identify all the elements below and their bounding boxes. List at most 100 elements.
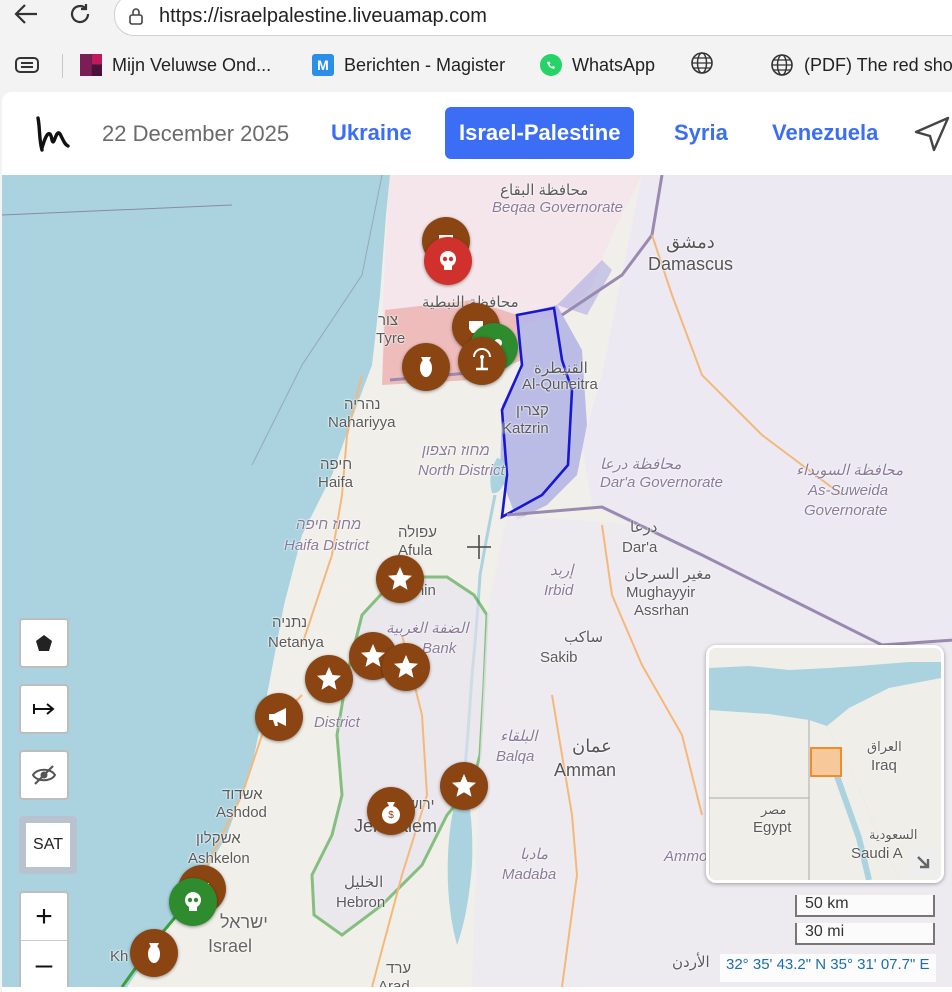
map-label: القنيطرة <box>534 360 588 377</box>
money-marker[interactable]: $ <box>367 787 415 835</box>
tab-israel-palestine[interactable]: Israel-Palestine <box>445 107 635 159</box>
map-label: إربد <box>550 562 574 579</box>
map-label: الأردن <box>672 954 710 971</box>
map-label: Saudi A <box>851 845 903 862</box>
satellite-label: SAT <box>26 823 70 867</box>
map-label: Mughayyir <box>626 584 696 601</box>
star-marker[interactable] <box>382 643 430 691</box>
map-label: Israel <box>208 936 253 956</box>
map-label: אשדוד <box>222 786 263 803</box>
map-label: Damascus <box>648 254 734 274</box>
crosshair-icon <box>467 535 491 559</box>
map-label: Madaba <box>502 866 557 883</box>
whatsapp-icon <box>540 54 562 76</box>
tab-actions-icon[interactable] <box>14 52 40 78</box>
radar-marker[interactable] <box>458 337 506 385</box>
map-label: Haifa <box>318 474 354 491</box>
map-label: אשקלון <box>196 830 241 847</box>
tab-venezuela[interactable]: Venezuela <box>772 107 878 159</box>
map-label: מחוז הצפון <box>422 442 490 459</box>
back-icon[interactable] <box>10 0 42 28</box>
map-label: مادبا <box>520 846 549 863</box>
scale-km: 50 km <box>795 895 935 917</box>
cursor-coordinates: 32° 35' 43.2" N 35° 31' 07.7" E <box>720 954 936 982</box>
map-label: محافظة درعا <box>600 456 682 473</box>
bookmarks-bar: Mijn Veluwse Ond... M Berichten - Magist… <box>0 44 952 86</box>
site-info-icon[interactable] <box>127 7 145 29</box>
bomb-icon <box>148 943 160 963</box>
map-label: Irbid <box>544 582 574 599</box>
map-label: Sakib <box>540 649 578 666</box>
map-label: Dar'a Governorate <box>600 474 723 491</box>
star-icon <box>317 667 341 690</box>
draw-polygon-button[interactable] <box>19 618 69 668</box>
map-canvas[interactable]: محافظة البقاع Beqaa Governorate دمشق Dam… <box>2 175 952 987</box>
address-bar[interactable]: https://israelpalestine.liveuamap.com <box>114 0 952 36</box>
navigate-icon[interactable] <box>912 114 952 154</box>
map-label: Assrhan <box>634 602 690 619</box>
map-label: Arad <box>378 978 410 987</box>
measure-button[interactable] <box>19 684 69 734</box>
map-label: Kh <box>110 948 129 965</box>
star-marker[interactable] <box>376 555 424 603</box>
bookmark-whatsapp[interactable]: WhatsApp <box>540 52 655 78</box>
map-label: دمشق <box>666 232 715 252</box>
minimap[interactable]: العراق Iraq مصر Egypt السعودية Saudi A <box>706 645 944 883</box>
map-label: البلقاء <box>500 728 538 745</box>
map-label: Hebron <box>336 894 386 911</box>
map-label: مصر <box>761 802 787 817</box>
bomb-marker[interactable] <box>130 929 178 977</box>
star-icon <box>394 655 418 678</box>
divider <box>62 54 63 78</box>
death-marker[interactable] <box>169 878 217 926</box>
scale-mi: 30 mi <box>795 923 935 945</box>
map-label: Ashdod <box>216 804 267 821</box>
map-label: Bank <box>422 640 457 657</box>
map-label: Haifa District <box>284 537 370 554</box>
death-marker[interactable] <box>424 237 472 285</box>
map-label: צור <box>378 312 399 329</box>
bookmark-magister[interactable]: M Berichten - Magister <box>312 52 505 78</box>
minimap-basemap <box>709 648 941 880</box>
star-icon <box>452 774 476 797</box>
star-marker[interactable] <box>305 655 353 703</box>
zoom-in-button[interactable]: + <box>21 893 67 941</box>
map-label: ساكب <box>564 629 604 646</box>
map-label: Katzrin <box>502 420 549 437</box>
satellite-toggle[interactable]: SAT <box>19 816 77 874</box>
svg-text:$: $ <box>388 810 394 821</box>
map-label: ערד <box>386 960 412 977</box>
map-label: Dar'a <box>622 539 658 556</box>
map-label: درعا <box>630 519 658 536</box>
collapse-arrow-icon <box>917 856 930 869</box>
bookmark-globe[interactable] <box>690 51 714 78</box>
minimap-toggle-button[interactable] <box>909 848 937 876</box>
map-label: קצרין <box>516 402 549 419</box>
map-label: Governorate <box>804 502 888 519</box>
reload-icon[interactable] <box>64 0 96 28</box>
map-label: חיפה <box>320 456 353 473</box>
bookmark-mijn-veluwse[interactable]: Mijn Veluwse Ond... <box>80 52 271 78</box>
star-icon <box>388 567 412 590</box>
map-label: North District <box>418 462 505 479</box>
bookmark-label: Mijn Veluwse Ond... <box>112 54 272 75</box>
hide-layer-button[interactable] <box>19 750 69 800</box>
tab-syria[interactable]: Syria <box>674 107 728 159</box>
map-label: Al-Quneitra <box>522 376 598 393</box>
pentagon-icon <box>36 635 52 651</box>
map-label: Ashkelon <box>188 850 250 867</box>
map-label: Beqaa Governorate <box>492 199 623 216</box>
zoom-out-button[interactable]: – <box>21 941 67 987</box>
star-marker[interactable] <box>440 762 488 810</box>
tab-ukraine[interactable]: Ukraine <box>331 107 412 159</box>
megaphone-icon <box>269 708 286 726</box>
bookmark-red-shoe[interactable]: (PDF) The red shoe <box>770 52 952 78</box>
megaphone-marker[interactable] <box>255 693 303 741</box>
bomb-marker[interactable] <box>402 343 450 391</box>
map-label: الضفة الغربية <box>386 620 469 637</box>
eye-off-icon <box>31 765 57 785</box>
map-label: מחוז חיפה <box>296 516 362 533</box>
skull-icon <box>440 251 456 270</box>
liveuamap-logo[interactable] <box>30 112 76 158</box>
map-label: عمان <box>572 736 612 756</box>
